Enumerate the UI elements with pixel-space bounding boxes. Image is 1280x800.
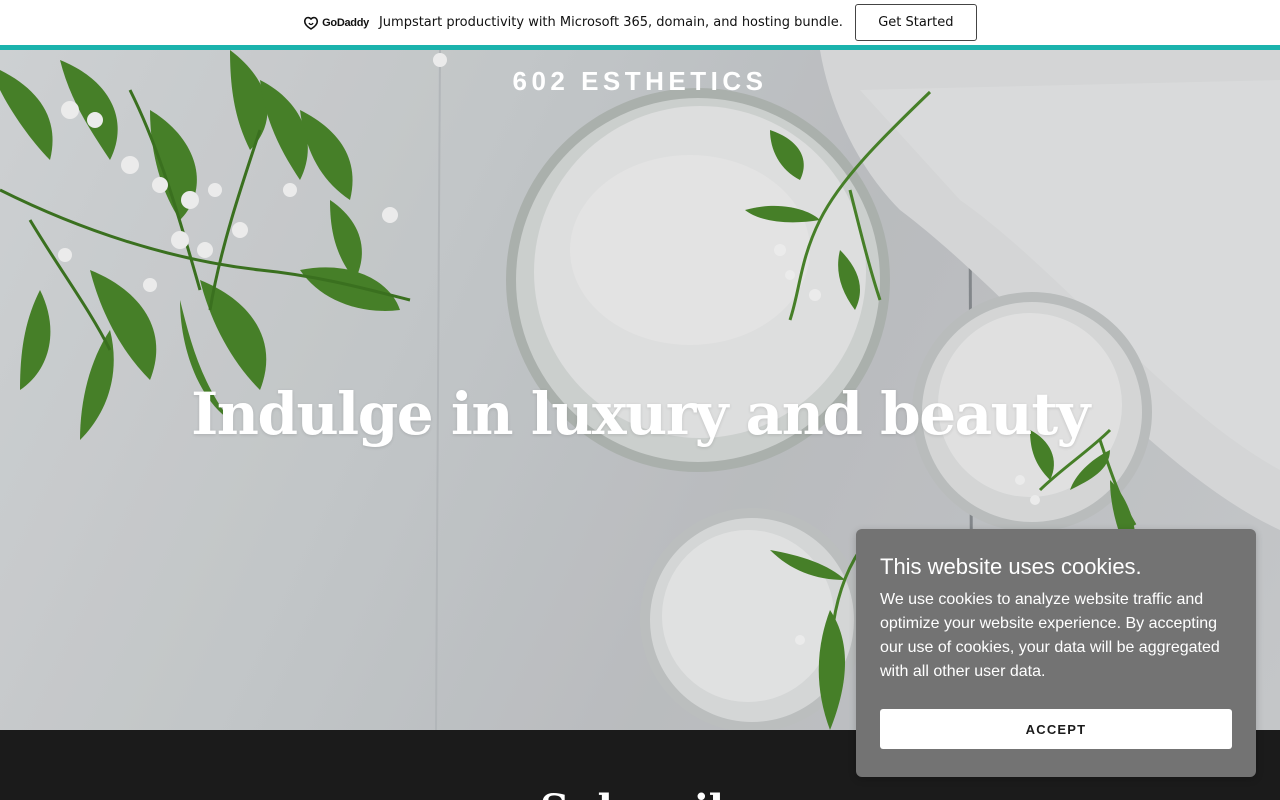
promo-bar: GoDaddy Jumpstart productivity with Micr… [0, 0, 1280, 50]
godaddy-logo-icon [304, 16, 319, 30]
hero-headline: Indulge in luxury and beauty [191, 380, 1090, 448]
get-started-button[interactable]: Get Started [854, 4, 977, 41]
cookie-consent-dialog: This website uses cookies. We use cookie… [856, 529, 1256, 777]
promo-message: Jumpstart productivity with Microsoft 36… [378, 15, 843, 30]
subscribe-heading: Subscribe [540, 786, 763, 800]
godaddy-logo[interactable]: GoDaddy [303, 16, 369, 30]
godaddy-logo-text: GoDaddy [322, 16, 369, 29]
site-brand-title[interactable]: 602 ESTHETICS [0, 66, 1280, 97]
accept-cookies-button[interactable]: ACCEPT [880, 709, 1232, 749]
cookie-message: We use cookies to analyze website traffi… [880, 591, 1220, 680]
cookie-title: This website uses cookies. [880, 554, 1142, 579]
